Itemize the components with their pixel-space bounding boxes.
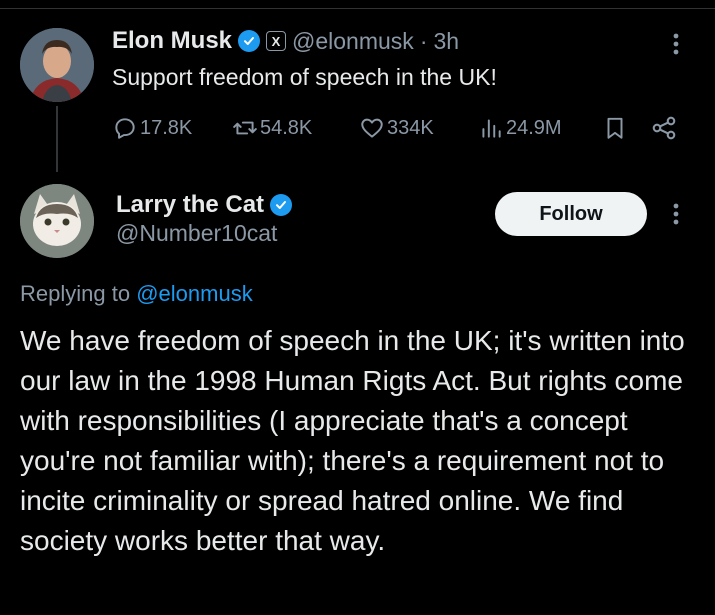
- parent-author-handle[interactable]: @elonmusk: [292, 28, 414, 55]
- repost-button[interactable]: 54.8K: [232, 112, 312, 144]
- reply-author-handle[interactable]: @Number10cat: [116, 220, 277, 247]
- parent-more-options-icon[interactable]: [664, 26, 688, 62]
- reply-more-options-icon[interactable]: [664, 196, 688, 232]
- cat-avatar[interactable]: [20, 184, 94, 258]
- like-count: 334K: [387, 116, 434, 139]
- top-divider: [0, 0, 715, 9]
- repost-count: 54.8K: [260, 116, 313, 139]
- reply-tweet-header: Larry the Cat: [116, 190, 293, 220]
- reply-button[interactable]: 17.8K: [112, 112, 192, 144]
- verified-badge-icon: [270, 194, 293, 216]
- follow-button[interactable]: Follow: [495, 192, 647, 236]
- parent-author-name[interactable]: Elon Musk: [112, 27, 232, 55]
- repost-icon: [233, 121, 257, 135]
- parent-tweet-text: Support freedom of speech in the UK!: [112, 64, 497, 90]
- like-button[interactable]: 334K: [359, 112, 434, 144]
- replying-to-label: Replying to: [20, 281, 131, 306]
- reply-icon: [115, 118, 135, 139]
- replying-to-handle-link[interactable]: @elonmusk: [136, 281, 253, 306]
- share-button[interactable]: [650, 112, 678, 144]
- reply-author-name[interactable]: Larry the Cat: [116, 191, 264, 219]
- reply-tweet-text: We have freedom of speech in the UK; it'…: [20, 325, 685, 556]
- bookmark-icon: [607, 117, 623, 139]
- bookmark-button[interactable]: [602, 112, 628, 144]
- views-button[interactable]: 24.9M: [478, 112, 562, 144]
- parent-tweet-actions: 17.8K 54.8K 334K 24.9M: [112, 112, 687, 144]
- heart-icon: [361, 118, 383, 138]
- views-chart-icon: [482, 119, 501, 138]
- thread-connector-line: [56, 106, 58, 172]
- separator-dot: ·: [419, 27, 428, 54]
- share-icon: [652, 116, 676, 140]
- replying-to-line: Replying to @elonmusk: [20, 281, 253, 307]
- reply-count: 17.8K: [140, 116, 193, 139]
- view-count: 24.9M: [506, 116, 562, 139]
- verified-badge-icon: [238, 30, 261, 52]
- parent-tweet-time[interactable]: 3h: [433, 28, 459, 55]
- elon-musk-avatar[interactable]: [20, 28, 94, 102]
- parent-tweet-header: Elon Musk X @elonmusk · 3h: [112, 26, 459, 56]
- x-affiliate-badge-icon: X: [266, 31, 287, 51]
